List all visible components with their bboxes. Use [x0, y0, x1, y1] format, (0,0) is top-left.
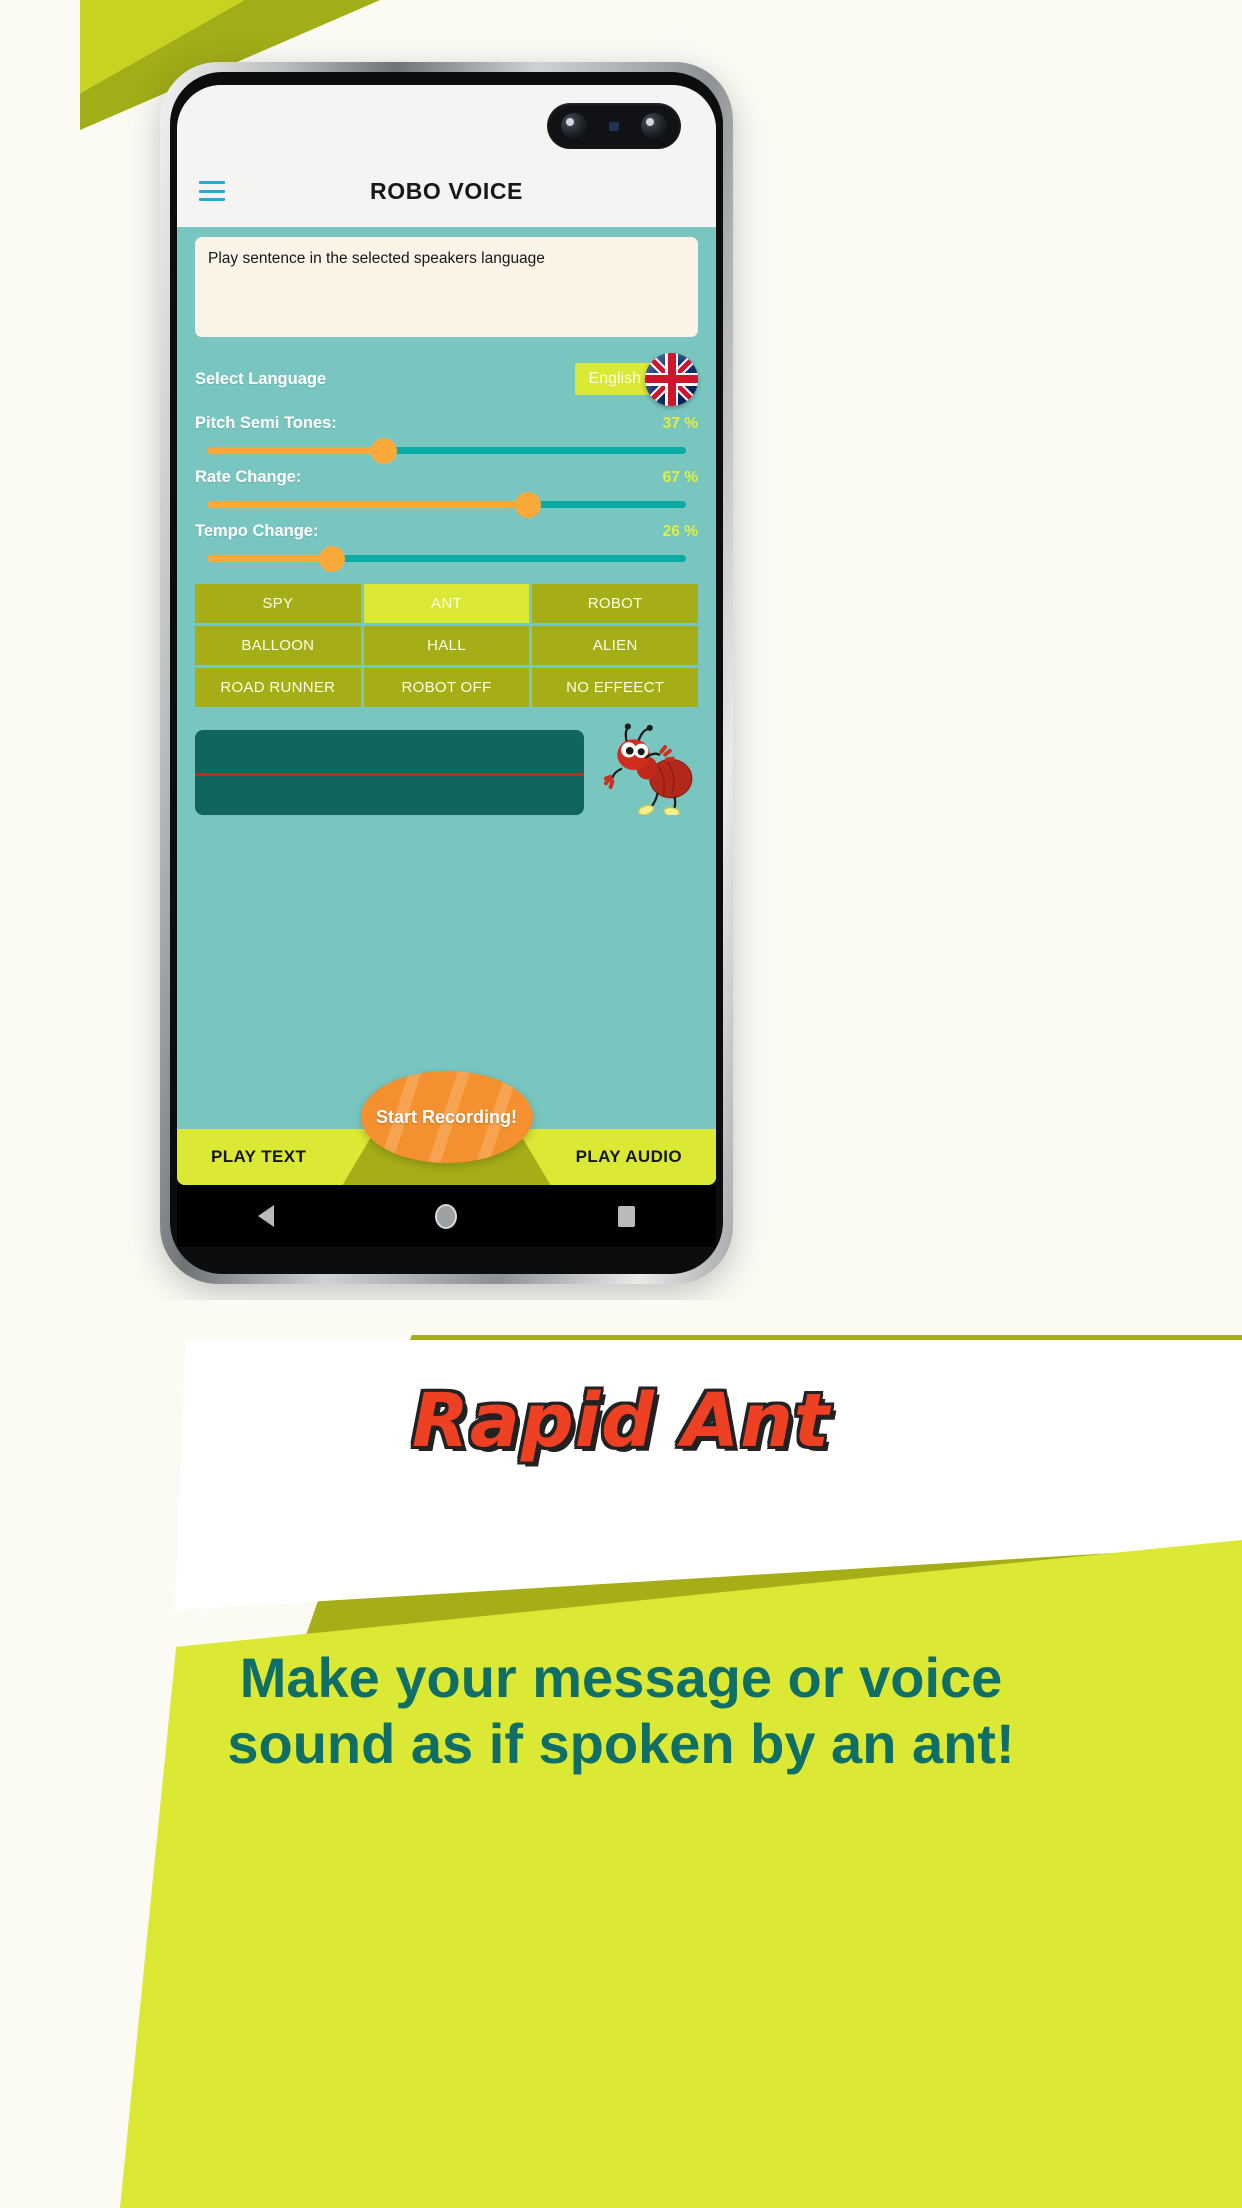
effect-button[interactable]: BALLOON — [195, 626, 361, 665]
promo-subtitle: Make your message or voice sound as if s… — [0, 1645, 1242, 1777]
effect-button[interactable]: NO EFFEECT — [532, 668, 698, 707]
effect-button[interactable]: ROBOT OFF — [363, 668, 530, 707]
status-bar — [177, 85, 716, 155]
rate-slider-track[interactable] — [207, 491, 686, 518]
pitch-slider-fill — [207, 447, 385, 454]
language-row: Select Language English — [195, 352, 698, 406]
uk-flag-icon[interactable] — [645, 352, 698, 406]
effect-button[interactable]: ROBOT — [532, 584, 698, 623]
effect-button[interactable]: ALIEN — [532, 626, 698, 665]
slider-tempo: Tempo Change: 26 % — [195, 522, 698, 572]
start-recording-button[interactable]: Start Recording! — [360, 1071, 533, 1163]
record-button-label: Start Recording! — [375, 1106, 517, 1127]
promo-lime-band — [120, 1540, 1242, 2208]
waveform-baseline — [195, 772, 585, 776]
play-text-button[interactable]: PLAY TEXT — [177, 1147, 340, 1167]
play-audio-button[interactable]: PLAY AUDIO — [542, 1147, 716, 1167]
tempo-label: Tempo Change: — [195, 522, 319, 540]
slider-rate: Rate Change: 67 % — [195, 468, 698, 518]
app-content: Play sentence in the selected speakers l… — [177, 227, 716, 1185]
recents-square-icon[interactable] — [618, 1205, 636, 1227]
pitch-value: 37 % — [662, 415, 698, 432]
rate-slider-fill — [207, 501, 528, 508]
select-language-label: Select Language — [195, 369, 327, 388]
promo-subtitle-line2: sound as if spoken by an ant! — [227, 1712, 1015, 1776]
language-selector[interactable]: English — [574, 352, 698, 406]
promo-section: Rapid Ant Make your message or voice sou… — [0, 1300, 1242, 2208]
tempo-value: 26 % — [662, 523, 698, 540]
promo-subtitle-line1: Make your message or voice — [239, 1646, 1003, 1709]
tempo-slider-track[interactable] — [207, 545, 686, 572]
rate-slider-thumb[interactable] — [514, 491, 541, 518]
effect-button[interactable]: HALL — [363, 626, 530, 665]
hamburger-menu-icon[interactable] — [199, 181, 225, 201]
screenshot-root: ROBO VOICE Play sentence in the selected… — [0, 0, 1242, 2208]
waveform-display — [195, 730, 585, 815]
camera-lens-icon — [561, 113, 587, 139]
tempo-slider-fill — [207, 555, 332, 562]
ir-sensor-icon — [609, 122, 619, 131]
rate-label: Rate Change: — [195, 468, 302, 486]
home-circle-icon[interactable] — [434, 1203, 457, 1229]
red-ant-mascot-icon — [604, 723, 693, 815]
rate-value: 67 % — [662, 469, 698, 486]
waveform-row — [195, 723, 698, 815]
effect-button[interactable]: SPY — [195, 584, 361, 623]
app-bar: ROBO VOICE — [177, 155, 716, 227]
camera-punch-hole — [547, 103, 681, 149]
phone-screen: ROBO VOICE Play sentence in the selected… — [177, 85, 716, 1185]
effect-grid: SPY ANT ROBOT BALLOON HALL ALIEN ROAD RUNNER RO… — [195, 584, 698, 707]
tempo-slider-thumb[interactable] — [318, 545, 345, 572]
effect-button[interactable]: ROAD RUNNER — [195, 668, 361, 707]
promo-title: Rapid Ant — [411, 1378, 831, 1464]
android-nav-bar — [177, 1185, 716, 1247]
slider-pitch: Pitch Semi Tones: 37 % — [195, 414, 698, 464]
page-title: ROBO VOICE — [370, 177, 523, 204]
camera-lens-secondary-icon — [641, 113, 667, 139]
pitch-slider-thumb[interactable] — [371, 437, 398, 464]
effect-button[interactable]: ANT — [363, 584, 530, 623]
pitch-label: Pitch Semi Tones: — [195, 414, 337, 432]
sentence-input[interactable]: Play sentence in the selected speakers l… — [195, 237, 698, 337]
pitch-slider-track[interactable] — [207, 437, 686, 464]
back-triangle-icon[interactable] — [257, 1205, 274, 1227]
